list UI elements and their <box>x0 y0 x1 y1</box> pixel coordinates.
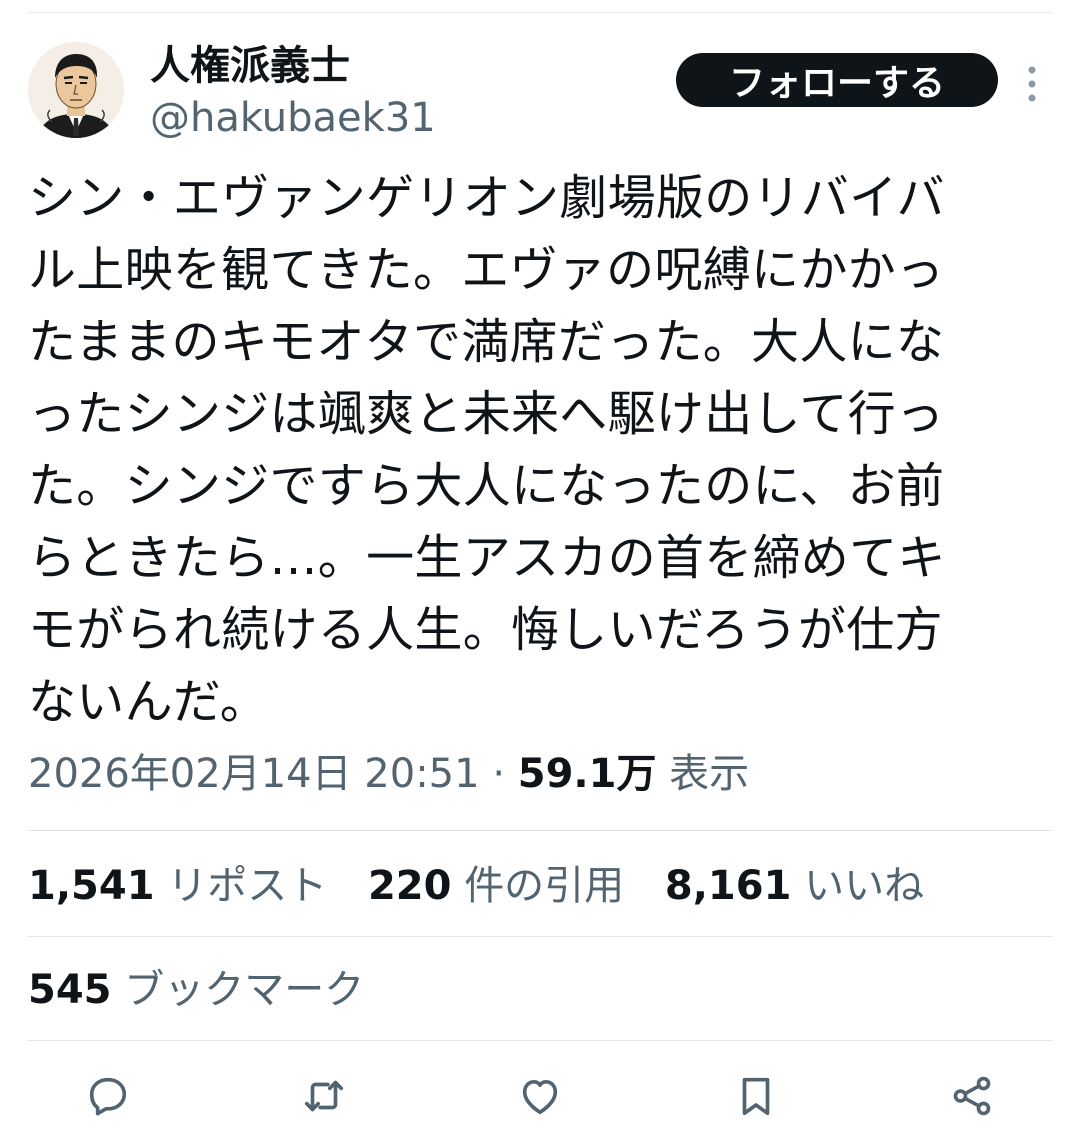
bookmarks-label: ブックマーク <box>124 967 365 1013</box>
tweet-text-line: シン・エヴァンゲリオン劇場版のリバイバ <box>28 170 945 226</box>
engagement-stats: 1,541 リポスト 220 件の引用 8,161 いいね <box>28 856 952 916</box>
tweet-header: 人権派義士 @hakubaek31 フォローする <box>28 40 1052 142</box>
quotes-count: 220 <box>367 863 452 909</box>
quotes-stat[interactable]: 220 件の引用 <box>368 856 624 916</box>
follow-button[interactable]: フォローする <box>676 53 998 107</box>
share-icon <box>953 1076 991 1116</box>
meta-separator: · <box>492 751 506 797</box>
bookmark-button[interactable] <box>732 1072 780 1120</box>
display-name[interactable]: 人権派義士 <box>150 42 350 90</box>
like-icon <box>522 1079 558 1115</box>
views-label: 表示 <box>669 751 750 797</box>
tweet-text-line: たままのキモオタで満席だった。大人にな <box>28 314 945 370</box>
user-handle[interactable]: @hakubaek31 <box>150 94 436 142</box>
tweet-text-line: ル上映を観てきた。エヴァの呪縛にかかっ <box>28 242 945 298</box>
bookmarks-count: 545 <box>28 967 112 1013</box>
reposts-stat[interactable]: 1,541 リポスト <box>28 856 327 916</box>
repost-icon <box>304 1080 344 1112</box>
divider <box>28 830 1052 831</box>
reply-button[interactable] <box>84 1072 132 1120</box>
divider <box>28 936 1052 937</box>
likes-count: 8,161 <box>664 863 792 909</box>
reposts-count: 1,541 <box>28 863 155 909</box>
quotes-label: 件の引用 <box>464 863 625 909</box>
tweet-text-line: ったシンジは颯爽と未来へ駆け出して行っ <box>28 386 945 442</box>
likes-label: いいね <box>804 863 925 909</box>
avatar[interactable] <box>28 42 124 138</box>
tweet-text-line: た。シンジですら大人になったのに、お前 <box>28 458 945 514</box>
more-vertical-icon <box>1028 66 1036 102</box>
action-bar <box>28 1066 1052 1126</box>
tweet-text: シン・エヴァンゲリオン劇場版のリバイバ ル上映を観てきた。エヴァの呪縛にかかっ … <box>28 162 1052 738</box>
bookmarks-stat-row: 545 ブックマーク <box>28 960 392 1020</box>
tweet-text-line: モがられ続ける人生。悔しいだろうが仕方 <box>28 602 943 658</box>
more-options-button[interactable] <box>1020 54 1044 114</box>
repost-button[interactable] <box>300 1072 348 1120</box>
share-button[interactable] <box>948 1072 996 1120</box>
bookmarks-stat[interactable]: 545 ブックマーク <box>28 960 364 1020</box>
like-button[interactable] <box>516 1072 564 1120</box>
top-divider <box>28 12 1052 13</box>
timestamp[interactable]: 2026年02月14日 20:51 <box>28 751 480 797</box>
reposts-label: リポスト <box>167 863 328 909</box>
avatar-illustration-icon <box>28 42 124 138</box>
likes-stat[interactable]: 8,161 いいね <box>665 856 924 916</box>
bookmark-icon <box>742 1077 770 1116</box>
tweet-text-line: ないんだ。 <box>28 674 269 730</box>
views-count: 59.1万 <box>517 751 657 797</box>
tweet-meta: 2026年02月14日 20:51 · 59.1万 表示 <box>28 744 749 804</box>
divider <box>28 1040 1052 1041</box>
tweet-text-line: らときたら…。一生アスカの首を締めてキ <box>28 530 946 586</box>
reply-icon <box>89 1077 127 1116</box>
